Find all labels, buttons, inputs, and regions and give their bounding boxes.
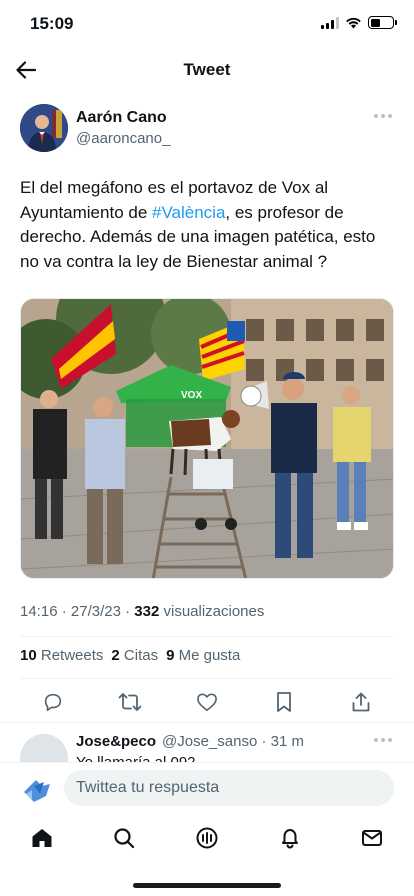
search-icon: [114, 828, 135, 849]
tweet-text: El del megáfono es el portavoz de Vox al…: [20, 176, 394, 274]
battery-icon: [368, 16, 397, 29]
photo-scene: VOX: [21, 299, 393, 578]
divider: [20, 678, 394, 679]
like-icon: [197, 693, 217, 711]
tweet-time: 14:16: [20, 603, 58, 620]
likes-stat[interactable]: 9 Me gusta: [166, 647, 240, 664]
share-icon: [352, 692, 370, 712]
composer-avatar: [20, 772, 56, 808]
wifi-icon: [346, 17, 361, 29]
reply-handle[interactable]: @Jose_sanso: [162, 733, 257, 750]
notifications-icon: [282, 829, 298, 849]
tab-search[interactable]: [110, 824, 138, 852]
tab-home[interactable]: [28, 824, 56, 852]
quotes-stat[interactable]: 2 Citas: [111, 647, 158, 664]
views-label: visualizaciones: [163, 603, 265, 620]
home-indicator: [133, 883, 281, 888]
reply-item[interactable]: Jose&peco @Jose_sanso · 31 m Yo llamaría…: [0, 724, 414, 764]
reply-time: · 31 m: [261, 733, 304, 750]
status-time: 15:09: [30, 14, 74, 33]
divider: [0, 722, 414, 723]
quotes-label: Citas: [123, 647, 159, 664]
hashtag-link[interactable]: #València: [152, 203, 225, 222]
tab-messages[interactable]: [358, 824, 386, 852]
tweet-date: 27/3/23: [70, 603, 121, 620]
top-header: Tweet: [0, 48, 414, 92]
reply-input[interactable]: Twittea tu respuesta: [64, 770, 394, 806]
likes-label: Me gusta: [178, 647, 241, 664]
author-handle[interactable]: @aaroncano_: [76, 130, 170, 147]
retweets-count: 10: [20, 647, 37, 664]
reply-author-meta: @Jose_sanso · 31 m: [162, 733, 304, 750]
tweet-meta: 14:16 · 27/3/23 · 332 visualizaciones: [20, 603, 265, 620]
more-options-button[interactable]: [374, 110, 394, 122]
reply-icon: [44, 693, 62, 712]
tweet-photo[interactable]: VOX: [20, 298, 394, 579]
share-button[interactable]: [348, 689, 374, 715]
retweets-label: Retweets: [40, 647, 104, 664]
spaces-icon: [196, 827, 218, 849]
bookmark-icon: [277, 692, 291, 712]
tab-notifications[interactable]: [276, 824, 304, 852]
composer-avatar-image: [24, 780, 50, 802]
tweet-actions: [40, 688, 374, 716]
author-name[interactable]: Aarón Cano: [76, 109, 167, 127]
home-icon: [32, 829, 52, 847]
tab-spaces[interactable]: [193, 824, 221, 852]
status-icons: [321, 16, 397, 29]
reply-author-name[interactable]: Jose&peco: [76, 733, 156, 750]
messages-icon: [362, 830, 382, 846]
views-count: 332: [134, 603, 160, 620]
tent-label: VOX: [181, 390, 202, 401]
author-avatar[interactable]: [20, 104, 68, 152]
retweets-stat[interactable]: 10 Retweets: [20, 647, 103, 664]
quotes-count: 2: [111, 647, 120, 664]
like-button[interactable]: [194, 689, 220, 715]
bottom-tab-bar: [0, 814, 414, 896]
avatar-image: [20, 104, 68, 152]
retweet-button[interactable]: [117, 689, 143, 715]
tweet-author: Aarón Cano @aaroncano_: [20, 104, 394, 154]
reply-avatar[interactable]: [20, 734, 68, 764]
tweet-stats: 10 Retweets 2 Citas 9 Me gusta: [20, 647, 240, 664]
bookmark-button[interactable]: [271, 689, 297, 715]
page-title: Tweet: [183, 60, 231, 79]
likes-count: 9: [166, 647, 175, 664]
reply-button[interactable]: [40, 689, 66, 715]
divider: [20, 636, 394, 637]
retweet-icon: [118, 693, 142, 711]
reply-more-options[interactable]: [374, 738, 392, 742]
reply-composer: Twittea tu respuesta: [0, 762, 414, 814]
status-bar: 15:09: [0, 0, 414, 48]
signal-icon: [321, 16, 339, 29]
